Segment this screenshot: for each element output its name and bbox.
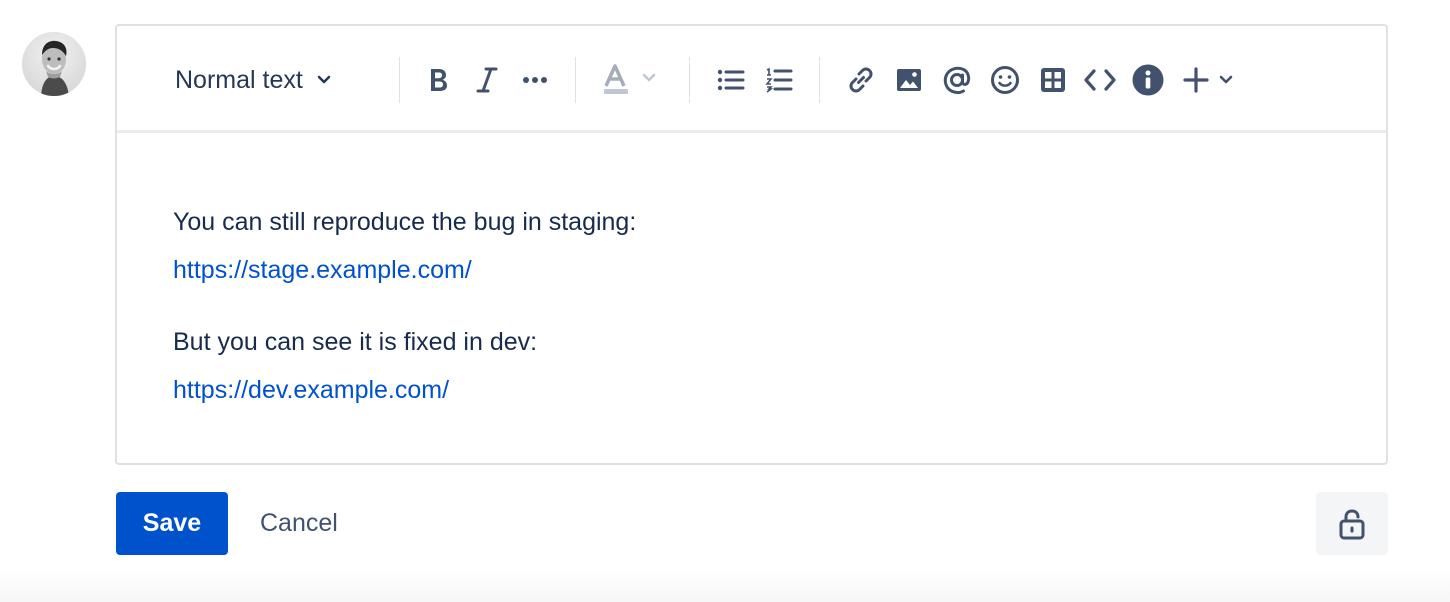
toolbar-divider [819, 57, 820, 103]
text-color-icon [602, 64, 660, 96]
image-button[interactable] [893, 60, 925, 100]
code-icon [1084, 67, 1116, 93]
restrictions-button[interactable] [1316, 492, 1388, 555]
insert-menu-button[interactable] [1181, 60, 1241, 100]
bullet-list-icon [717, 68, 745, 92]
bold-button[interactable] [423, 60, 453, 100]
staging-link[interactable]: https://stage.example.com/ [173, 256, 472, 284]
mention-icon [942, 65, 972, 95]
cancel-button[interactable]: Cancel [260, 492, 350, 555]
toolbar-divider [689, 57, 690, 103]
link-button[interactable] [845, 60, 877, 100]
paragraph-text: But you can see it is fixed in dev: [173, 328, 538, 356]
emoji-icon [990, 65, 1020, 95]
user-avatar [22, 32, 86, 96]
text-color-button[interactable] [601, 60, 661, 100]
text-style-dropdown[interactable]: Normal text [175, 60, 371, 100]
toolbar-divider [399, 57, 400, 103]
editor-actions: Save Cancel [116, 492, 350, 555]
table-button[interactable] [1037, 60, 1069, 100]
paragraph: But you can see it is fixed in dev: http… [173, 318, 1323, 414]
bullet-list-button[interactable] [717, 60, 745, 100]
code-button[interactable] [1083, 60, 1117, 100]
more-formatting-button[interactable] [519, 60, 551, 100]
numbered-list-icon [765, 67, 793, 93]
mention-button[interactable] [941, 60, 973, 100]
dev-link[interactable]: https://dev.example.com/ [173, 376, 449, 404]
italic-icon [475, 66, 499, 94]
info-panel-button[interactable] [1131, 60, 1165, 100]
numbered-list-button[interactable] [765, 60, 793, 100]
avatar-photo [22, 32, 86, 96]
paragraph: You can still reproduce the bug in stagi… [173, 198, 1323, 294]
paragraph-text: You can still reproduce the bug in stagi… [173, 208, 637, 236]
toolbar-divider [575, 57, 576, 103]
link-icon [846, 65, 876, 95]
italic-button[interactable] [472, 60, 502, 100]
image-icon [896, 68, 922, 92]
chevron-down-icon [316, 72, 332, 88]
editor-toolbar: Normal text [117, 26, 1386, 133]
save-button[interactable]: Save [116, 492, 228, 555]
text-style-label: Normal text [175, 65, 303, 94]
table-icon [1040, 67, 1066, 93]
bottom-fade [0, 568, 1450, 602]
more-icon [522, 76, 548, 84]
comment-editor: Normal text You can still reproduce the … [115, 24, 1388, 465]
info-icon [1132, 64, 1164, 96]
emoji-button[interactable] [989, 60, 1021, 100]
plus-icon [1182, 66, 1240, 94]
editor-content[interactable]: You can still reproduce the bug in stagi… [173, 198, 1323, 438]
unlock-icon [1337, 508, 1367, 540]
bold-icon [426, 66, 450, 94]
comment-editor-page: Normal text You can still reproduce the … [0, 0, 1450, 602]
